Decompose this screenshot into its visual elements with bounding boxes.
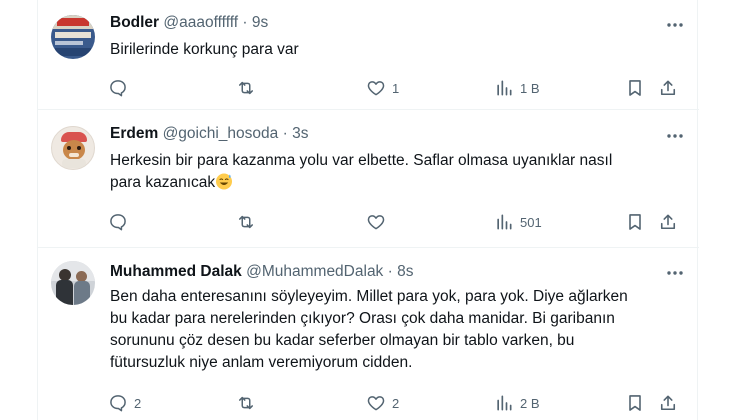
more-horizontal-icon[interactable] — [665, 15, 685, 35]
analytics-bars-icon — [494, 78, 514, 98]
reply-button[interactable]: 2 — [108, 392, 141, 414]
reply-button[interactable] — [108, 211, 134, 233]
more-horizontal-icon[interactable] — [665, 263, 685, 283]
separator-dot: · — [242, 14, 248, 31]
tweet-actions: 2 2 2 B — [38, 392, 699, 414]
display-name[interactable]: Erdem — [110, 125, 158, 142]
bookmark-button[interactable] — [625, 211, 645, 233]
reply-button[interactable] — [108, 77, 134, 99]
tweet-time[interactable]: 8s — [397, 263, 413, 280]
tweet-erdem[interactable]: Erdem @goichi_hosoda · 3s Herkesin bir p… — [38, 111, 699, 248]
views-button[interactable]: 2 B — [494, 392, 540, 414]
tweet-text-line: para kazanıcak — [110, 172, 685, 194]
more-horizontal-icon[interactable] — [665, 126, 685, 146]
tweet-header: Erdem @goichi_hosoda · 3s — [110, 125, 308, 143]
share-button[interactable] — [658, 392, 678, 414]
tweet-time[interactable]: 3s — [292, 125, 308, 142]
bookmark-button[interactable] — [625, 392, 645, 414]
like-count: 2 — [392, 395, 400, 411]
views-button[interactable]: 501 — [494, 211, 542, 233]
reply-count: 2 — [134, 395, 142, 411]
retweet-arrows-icon — [236, 78, 256, 98]
tweet-text-line: sorununu çöz desen bu kadar seferber olm… — [110, 332, 575, 349]
like-button[interactable] — [366, 211, 392, 233]
avatar[interactable] — [51, 15, 95, 59]
display-name[interactable]: Muhammed Dalak — [110, 263, 242, 280]
bookmark-icon — [625, 212, 645, 232]
tweet-text-fragment: para kazanıcak — [110, 174, 216, 191]
tweet-text: Ben daha enteresanını söyleyeyim. Millet… — [110, 286, 685, 374]
share-upload-icon — [658, 212, 678, 232]
share-upload-icon — [658, 393, 678, 413]
separator-dot: · — [282, 125, 288, 142]
timeline: Bodler @aaaoffffff · 9s Birilerinde kork… — [37, 0, 699, 420]
tweet-text-line: bu kadar para nerelerinden çıkıyor? Oras… — [110, 310, 615, 327]
display-name[interactable]: Bodler — [110, 14, 159, 31]
bookmark-icon — [625, 393, 645, 413]
heart-icon — [366, 212, 386, 232]
views-count: 1 B — [520, 80, 540, 96]
retweet-button[interactable] — [236, 392, 262, 414]
tweet-muhammed-dalak[interactable]: Muhammed Dalak @MuhammedDalak · 8s Ben d… — [38, 249, 699, 420]
tweet-time[interactable]: 9s — [252, 14, 268, 31]
heart-icon — [366, 78, 386, 98]
retweet-arrows-icon — [236, 393, 256, 413]
reply-bubble-icon — [108, 212, 128, 232]
retweet-arrows-icon — [236, 212, 256, 232]
tweet-header: Bodler @aaaoffffff · 9s — [110, 14, 268, 32]
tweet-header: Muhammed Dalak @MuhammedDalak · 8s — [110, 263, 413, 281]
tweet-text: Herkesin bir para kazanma yolu var elbet… — [110, 150, 685, 194]
user-handle[interactable]: @MuhammedDalak — [246, 263, 383, 280]
share-upload-icon — [658, 78, 678, 98]
bookmark-button[interactable] — [625, 77, 645, 99]
views-count: 2 B — [520, 395, 540, 411]
share-button[interactable] — [658, 211, 678, 233]
tweet-text: Birilerinde korkunç para var — [110, 41, 299, 58]
tweet-bodler[interactable]: Bodler @aaaoffffff · 9s Birilerinde kork… — [38, 0, 699, 110]
analytics-bars-icon — [494, 212, 514, 232]
reply-bubble-icon — [108, 393, 128, 413]
views-button[interactable]: 1 B — [494, 77, 540, 99]
tweet-text-line: Herkesin bir para kazanma yolu var elbet… — [110, 152, 613, 169]
tweet-text-line: Ben daha enteresanını söyleyeyim. Millet… — [110, 288, 628, 305]
retweet-button[interactable] — [236, 211, 262, 233]
sweat-smile-emoji — [215, 172, 233, 190]
analytics-bars-icon — [494, 393, 514, 413]
avatar[interactable] — [51, 261, 95, 305]
like-button[interactable]: 1 — [366, 77, 399, 99]
tweet-actions: 1 1 B — [38, 77, 699, 99]
heart-icon — [366, 393, 386, 413]
separator-dot: · — [387, 263, 393, 280]
tweet-text-line: fütursuzluk niye anlam veremiyorum cidde… — [110, 354, 413, 371]
user-handle[interactable]: @aaaoffffff — [163, 14, 238, 31]
tweet-actions: 501 — [38, 211, 699, 233]
share-button[interactable] — [658, 77, 678, 99]
retweet-button[interactable] — [236, 77, 262, 99]
bookmark-icon — [625, 78, 645, 98]
reply-bubble-icon — [108, 78, 128, 98]
user-handle[interactable]: @goichi_hosoda — [163, 125, 279, 142]
views-count: 501 — [520, 214, 542, 230]
like-count: 1 — [392, 80, 400, 96]
avatar[interactable] — [51, 126, 95, 170]
like-button[interactable]: 2 — [366, 392, 399, 414]
